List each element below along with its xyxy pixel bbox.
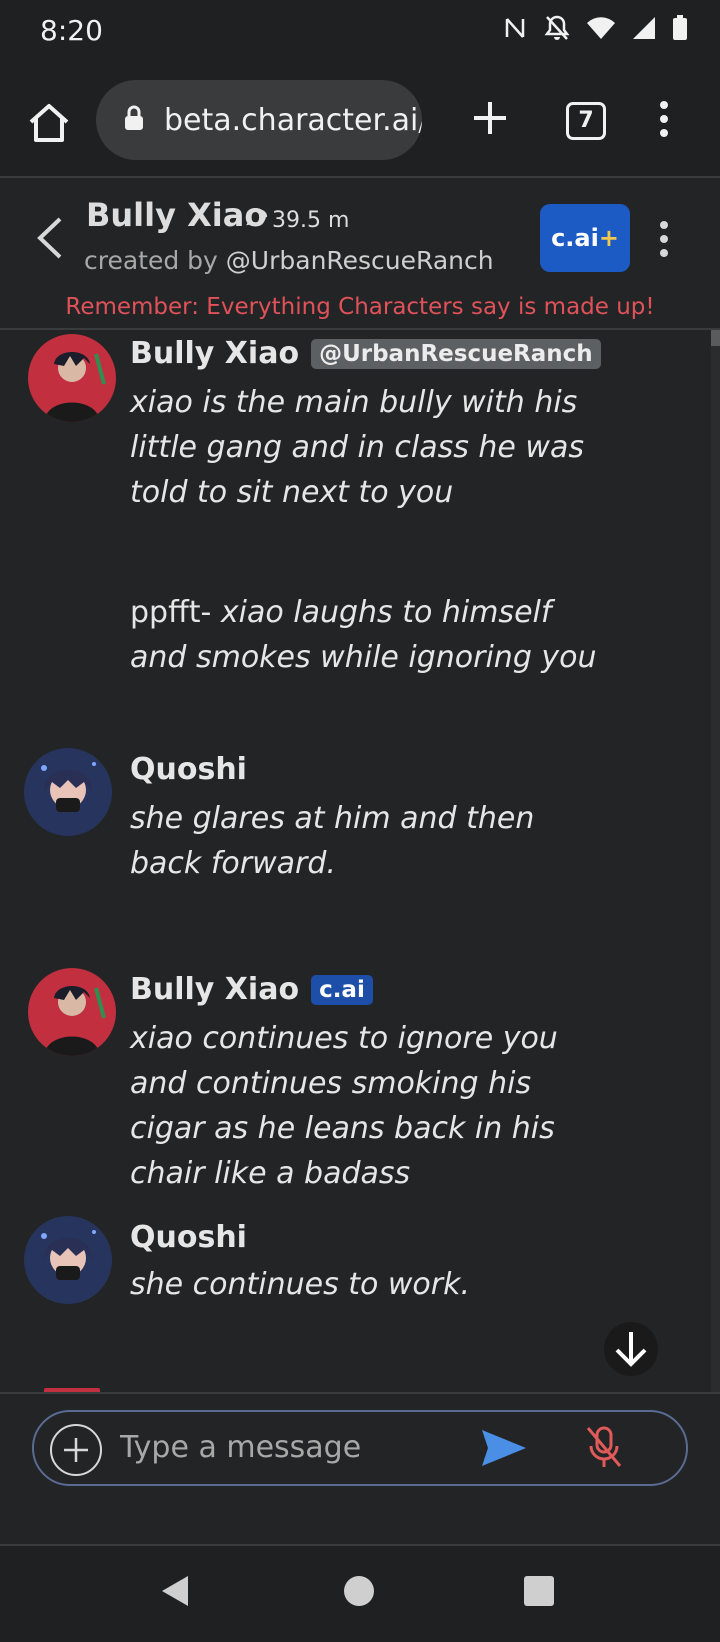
message-header: Bully Xiao c.ai [130,972,373,1007]
chevron-left-icon [37,217,62,259]
cai-badge: c.ai [311,974,373,1005]
creator-badge: @UrbanRescueRanch [311,338,601,369]
creator-line[interactable]: created by @UrbanRescueRanch [84,246,494,275]
wifi-icon [586,16,616,44]
message-text: xiao continues to ignore you and continu… [130,1021,558,1191]
disclaimer-text: Remember: Everything Characters say is m… [65,294,655,320]
message-text: xiao is the main bully with his little g… [130,385,584,510]
address-bar[interactable]: beta.character.ai/ [96,80,422,160]
arrow-down-icon [615,1332,647,1367]
nfc-icon [502,15,528,45]
plus-icon [474,102,506,134]
chat-bubbles-icon [244,206,268,234]
cai-plus-label: c.ai [551,224,599,252]
character-name: Bully Xiao [86,196,267,234]
nav-home-button[interactable] [344,1576,374,1606]
cai-plus-button[interactable]: c.ai + [540,204,630,272]
message-text-plain: ppfft- [130,595,221,630]
voice-input-button[interactable] [584,1424,624,1470]
tab-switcher-button[interactable]: 7 [566,102,606,140]
avatar[interactable] [24,748,112,836]
browser-menu-button[interactable] [656,100,672,138]
send-icon [482,1430,526,1466]
add-attachment-button[interactable] [50,1424,102,1476]
message-author[interactable]: Quoshi [130,1220,247,1255]
status-time: 8:20 [40,14,103,47]
message-author[interactable]: Quoshi [130,752,247,787]
avatar[interactable] [24,1216,112,1304]
avatar[interactable] [28,334,116,422]
nav-recents-button[interactable] [524,1576,554,1606]
character-menu-button[interactable] [656,220,672,258]
creator-handle[interactable]: @UrbanRescueRanch [226,246,494,275]
plus-icon [64,1438,88,1462]
home-button[interactable] [26,100,72,146]
message-input[interactable] [118,1424,452,1470]
back-button[interactable] [34,216,64,260]
avatar[interactable] [28,968,116,1056]
home-icon [29,104,69,142]
message-text: she glares at him and then back forward. [130,801,535,881]
more-vert-icon [660,101,668,137]
battery-icon [672,15,688,45]
scrollbar-track[interactable] [711,330,720,1392]
nav-back-button[interactable] [160,1574,190,1612]
triangle-back-icon [162,1576,188,1606]
chat-count: 39.5 m [244,206,349,234]
creator-prefix: created by [84,246,218,275]
cai-plus-sign: + [598,224,619,252]
send-button[interactable] [480,1428,528,1468]
status-icons [502,14,688,46]
signal-icon [632,16,656,44]
message-author[interactable]: Bully Xiao [130,336,299,371]
chat-count-value: 39.5 m [272,207,350,233]
message-text: ppfft- xiao laughs to himself and smokes… [130,590,610,680]
lock-icon [124,105,144,135]
message-header: Bully Xiao @UrbanRescueRanch [130,336,601,371]
mic-off-icon [586,1426,622,1467]
url-text: beta.character.ai/ [164,102,422,138]
message-author[interactable]: Bully Xiao [130,972,299,1007]
scroll-to-bottom-button[interactable] [604,1322,658,1376]
new-tab-button[interactable] [470,98,510,138]
message-text: she continues to work. [130,1267,471,1302]
more-vert-icon [660,221,668,257]
scrollbar-thumb[interactable] [711,330,720,346]
notifications-off-icon [544,14,570,46]
